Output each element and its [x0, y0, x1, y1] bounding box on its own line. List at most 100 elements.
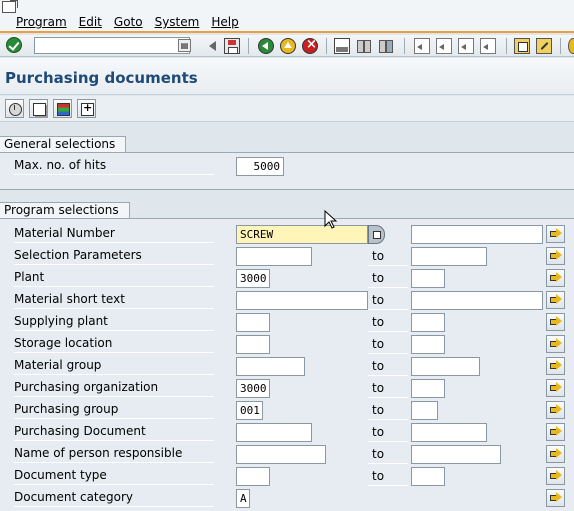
to-label-underline — [368, 331, 408, 332]
max-hits-input[interactable]: 5000 — [236, 157, 284, 176]
max-hits-row: Max. no. of hits 5000 — [0, 155, 574, 177]
selection-from-input[interactable] — [236, 467, 270, 486]
selection-to-input[interactable] — [411, 313, 445, 332]
title-bar: Purchasing documents — [0, 58, 574, 95]
multiple-selection-icon[interactable] — [546, 423, 565, 441]
selection-row: Selection Parameters to — [0, 245, 574, 267]
shortcut-icon[interactable] — [536, 38, 552, 54]
selection-from-input[interactable] — [236, 313, 270, 332]
multiple-selection-icon[interactable] — [546, 445, 565, 463]
general-selections-box: Max. no. of hits 5000 — [0, 152, 574, 190]
selection-label: Material short text — [14, 292, 214, 309]
execute-icon[interactable] — [5, 99, 24, 118]
to-label: to — [372, 315, 385, 329]
value-help-icon[interactable] — [368, 225, 385, 244]
multiple-selection-icon[interactable] — [546, 401, 565, 419]
selection-to-input[interactable] — [411, 423, 487, 442]
menu-goto[interactable]: Goto — [114, 15, 143, 29]
menu-program[interactable]: Program — [16, 15, 67, 29]
toolbar-separator — [560, 38, 561, 54]
selection-row: Purchasing group 001 to — [0, 399, 574, 421]
back-icon[interactable] — [258, 38, 274, 54]
to-label: to — [372, 447, 385, 461]
selection-row: Material Number SCREW — [0, 223, 574, 245]
find-icon[interactable] — [356, 38, 372, 54]
exit-icon[interactable] — [280, 38, 296, 54]
toolbar-separator — [506, 38, 507, 54]
multiple-selection-icon[interactable] — [546, 269, 565, 287]
print-icon[interactable] — [334, 38, 350, 54]
system-menu-icon[interactable] — [2, 0, 18, 13]
selection-label: Purchasing group — [14, 402, 214, 419]
selection-from-input[interactable]: 3000 — [236, 269, 270, 288]
to-label: to — [372, 249, 385, 263]
selection-to-input[interactable] — [411, 401, 438, 420]
selection-label: Plant — [14, 270, 214, 287]
selection-from-input[interactable] — [236, 357, 305, 376]
to-label-underline — [368, 419, 408, 420]
selection-to-input[interactable] — [411, 225, 543, 244]
cancel-icon[interactable] — [302, 37, 318, 54]
selection-to-input[interactable] — [411, 467, 445, 486]
selection-options-icon[interactable] — [77, 99, 96, 118]
next-page-icon[interactable] — [458, 38, 474, 54]
to-label-underline — [368, 353, 408, 354]
selection-from-input[interactable]: 3000 — [236, 379, 270, 398]
to-label-underline — [368, 441, 408, 442]
multiple-selection-icon[interactable] — [546, 379, 565, 397]
selection-from-input[interactable] — [236, 423, 312, 442]
selection-to-input[interactable] — [411, 335, 445, 354]
selection-row: Storage location to — [0, 333, 574, 355]
to-label: to — [372, 337, 385, 351]
previous-page-icon[interactable] — [436, 38, 452, 54]
selection-from-input[interactable] — [236, 247, 312, 266]
selection-from-input[interactable] — [236, 291, 368, 310]
first-page-icon[interactable] — [414, 38, 430, 54]
selection-from-input[interactable]: 001 — [236, 401, 263, 420]
dynamic-selections-icon[interactable] — [53, 99, 72, 118]
toolbar-separator — [404, 38, 405, 54]
selection-to-input[interactable] — [411, 357, 480, 376]
new-session-icon[interactable] — [514, 38, 530, 54]
selection-to-input[interactable] — [411, 445, 501, 464]
multiple-selection-icon[interactable] — [546, 467, 565, 485]
selection-from-input[interactable] — [236, 335, 270, 354]
selection-from-input[interactable]: A — [236, 489, 250, 508]
selection-label: Supplying plant — [14, 314, 214, 331]
selection-to-input[interactable] — [411, 291, 543, 310]
multiple-selection-icon[interactable] — [546, 313, 565, 331]
ok-icon[interactable] — [6, 37, 22, 53]
page-title: Purchasing documents — [5, 69, 198, 87]
command-field-dropdown-icon[interactable]: ▤ — [178, 39, 191, 52]
selection-row: Document type to — [0, 465, 574, 487]
selection-label: Material group — [14, 358, 214, 375]
selection-row: Document category A — [0, 487, 574, 509]
selection-row: Supplying plant to — [0, 311, 574, 333]
multiple-selection-icon[interactable] — [546, 225, 565, 243]
help-icon[interactable] — [568, 38, 574, 54]
selection-to-input[interactable] — [411, 379, 445, 398]
to-label: to — [372, 359, 385, 373]
to-label-underline — [368, 265, 408, 266]
multiple-selection-icon[interactable] — [546, 335, 565, 353]
menu-system[interactable]: System — [155, 15, 200, 29]
multiple-selection-icon[interactable] — [546, 489, 565, 507]
selection-label: Document type — [14, 468, 214, 485]
selection-from-input[interactable]: SCREW — [236, 225, 368, 244]
command-field[interactable] — [34, 37, 190, 54]
back-arrow-icon[interactable] — [204, 38, 220, 54]
selection-from-input[interactable] — [236, 445, 326, 464]
save-icon[interactable] — [224, 38, 240, 54]
to-label-underline — [368, 287, 408, 288]
get-variant-icon[interactable] — [29, 99, 48, 118]
multiple-selection-icon[interactable] — [546, 247, 565, 265]
selection-to-input[interactable] — [411, 247, 487, 266]
last-page-icon[interactable] — [480, 38, 496, 54]
menu-edit[interactable]: Edit — [79, 15, 102, 29]
menu-bar: Program Edit Goto System Help — [0, 0, 574, 33]
multiple-selection-icon[interactable] — [546, 291, 565, 309]
selection-to-input[interactable] — [411, 269, 445, 288]
multiple-selection-icon[interactable] — [546, 357, 565, 375]
find-next-icon[interactable] — [378, 38, 394, 54]
menu-help[interactable]: Help — [211, 15, 238, 29]
